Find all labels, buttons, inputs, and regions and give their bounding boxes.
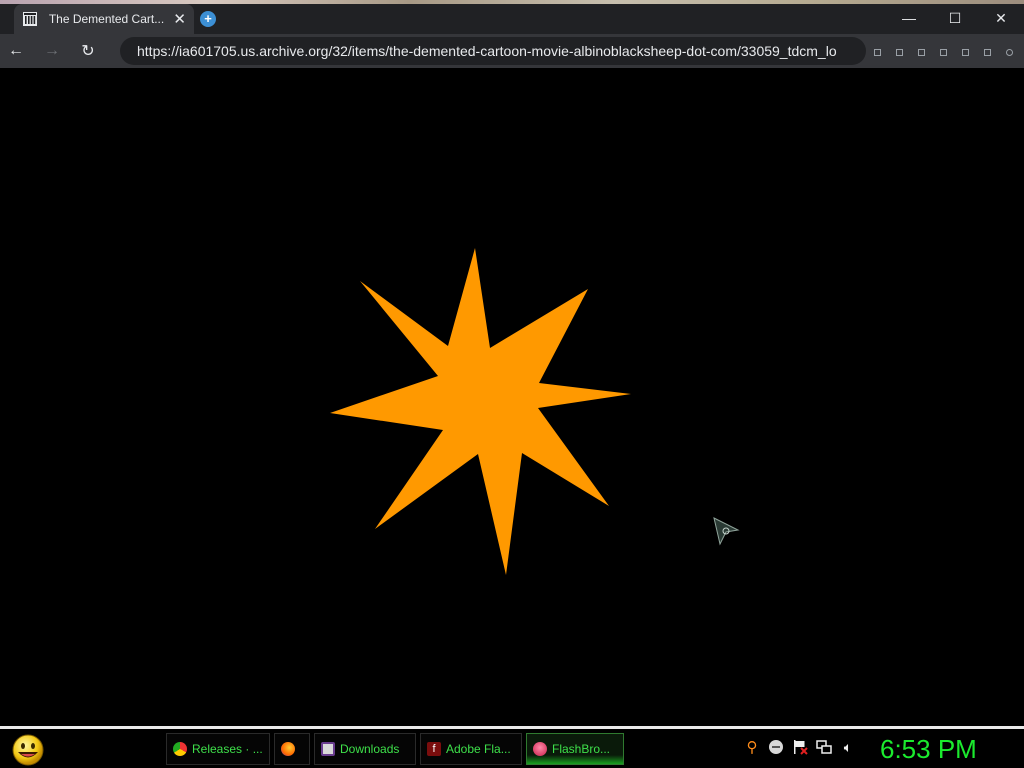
chat-icon[interactable] <box>768 739 784 755</box>
taskbar-item-firefox[interactable] <box>274 733 310 765</box>
url-text: https://ia601705.us.archive.org/32/items… <box>137 43 837 59</box>
folder-icon <box>321 742 335 756</box>
extension-icon[interactable] <box>874 49 881 56</box>
forward-button[interactable]: → <box>41 40 63 62</box>
new-tab-icon[interactable]: + <box>200 11 216 27</box>
task-label: Adobe Fla... <box>446 742 511 756</box>
extension-icon[interactable] <box>984 49 991 56</box>
taskbar-item-releases[interactable]: Releases · ... <box>166 733 270 765</box>
archive-icon <box>22 11 38 27</box>
search-icon[interactable]: ⚲ <box>744 739 760 756</box>
extension-icon[interactable] <box>962 49 969 56</box>
task-label: Downloads <box>340 742 400 756</box>
reload-button[interactable]: ↻ <box>77 40 99 62</box>
flash-icon: f <box>427 742 441 756</box>
taskbar-item-adobe-flash[interactable]: f Adobe Fla... <box>420 733 522 765</box>
flag-icon[interactable] <box>792 739 808 755</box>
extension-icon[interactable] <box>918 49 925 56</box>
extension-icons <box>872 46 1024 58</box>
flashbrowser-icon <box>533 742 547 756</box>
task-label: FlashBro... <box>552 742 611 756</box>
taskbar-item-flashbrowser[interactable]: FlashBro... <box>526 733 624 765</box>
back-button[interactable]: ← <box>5 40 27 62</box>
start-smiley-icon[interactable] <box>8 732 48 766</box>
tab-close-icon[interactable]: ✕ <box>173 12 186 27</box>
maximize-button[interactable]: ☐ <box>940 6 970 30</box>
arrow-cursor-icon <box>713 517 740 546</box>
firefox-icon <box>281 742 295 756</box>
flash-movie-area[interactable] <box>0 68 1024 726</box>
browser-toolbar: ← → ↻ https://ia601705.us.archive.org/32… <box>0 34 1024 68</box>
settings-gear-icon[interactable] <box>1006 49 1013 56</box>
close-window-button[interactable]: ✕ <box>986 6 1016 30</box>
address-bar[interactable]: https://ia601705.us.archive.org/32/items… <box>120 37 866 65</box>
tab-bar: The Demented Cart... ✕ + — ☐ ✕ <box>0 0 1024 34</box>
task-label: Releases · ... <box>192 742 263 756</box>
minimize-button[interactable]: — <box>894 6 924 30</box>
orange-star-shape <box>330 248 631 575</box>
volume-icon[interactable]: 🔈︎ <box>840 739 856 755</box>
chrome-icon <box>173 742 187 756</box>
taskbar: Releases · ... Downloads f Adobe Fla... … <box>0 726 1024 768</box>
browser-tab[interactable]: The Demented Cart... ✕ <box>14 4 194 34</box>
extension-icon[interactable] <box>896 49 903 56</box>
extension-icon[interactable] <box>940 49 947 56</box>
tab-title: The Demented Cart... <box>48 12 165 26</box>
taskbar-item-downloads[interactable]: Downloads <box>314 733 416 765</box>
taskbar-clock[interactable]: 6:53 PM <box>880 734 1020 765</box>
network-icon[interactable] <box>816 739 832 755</box>
